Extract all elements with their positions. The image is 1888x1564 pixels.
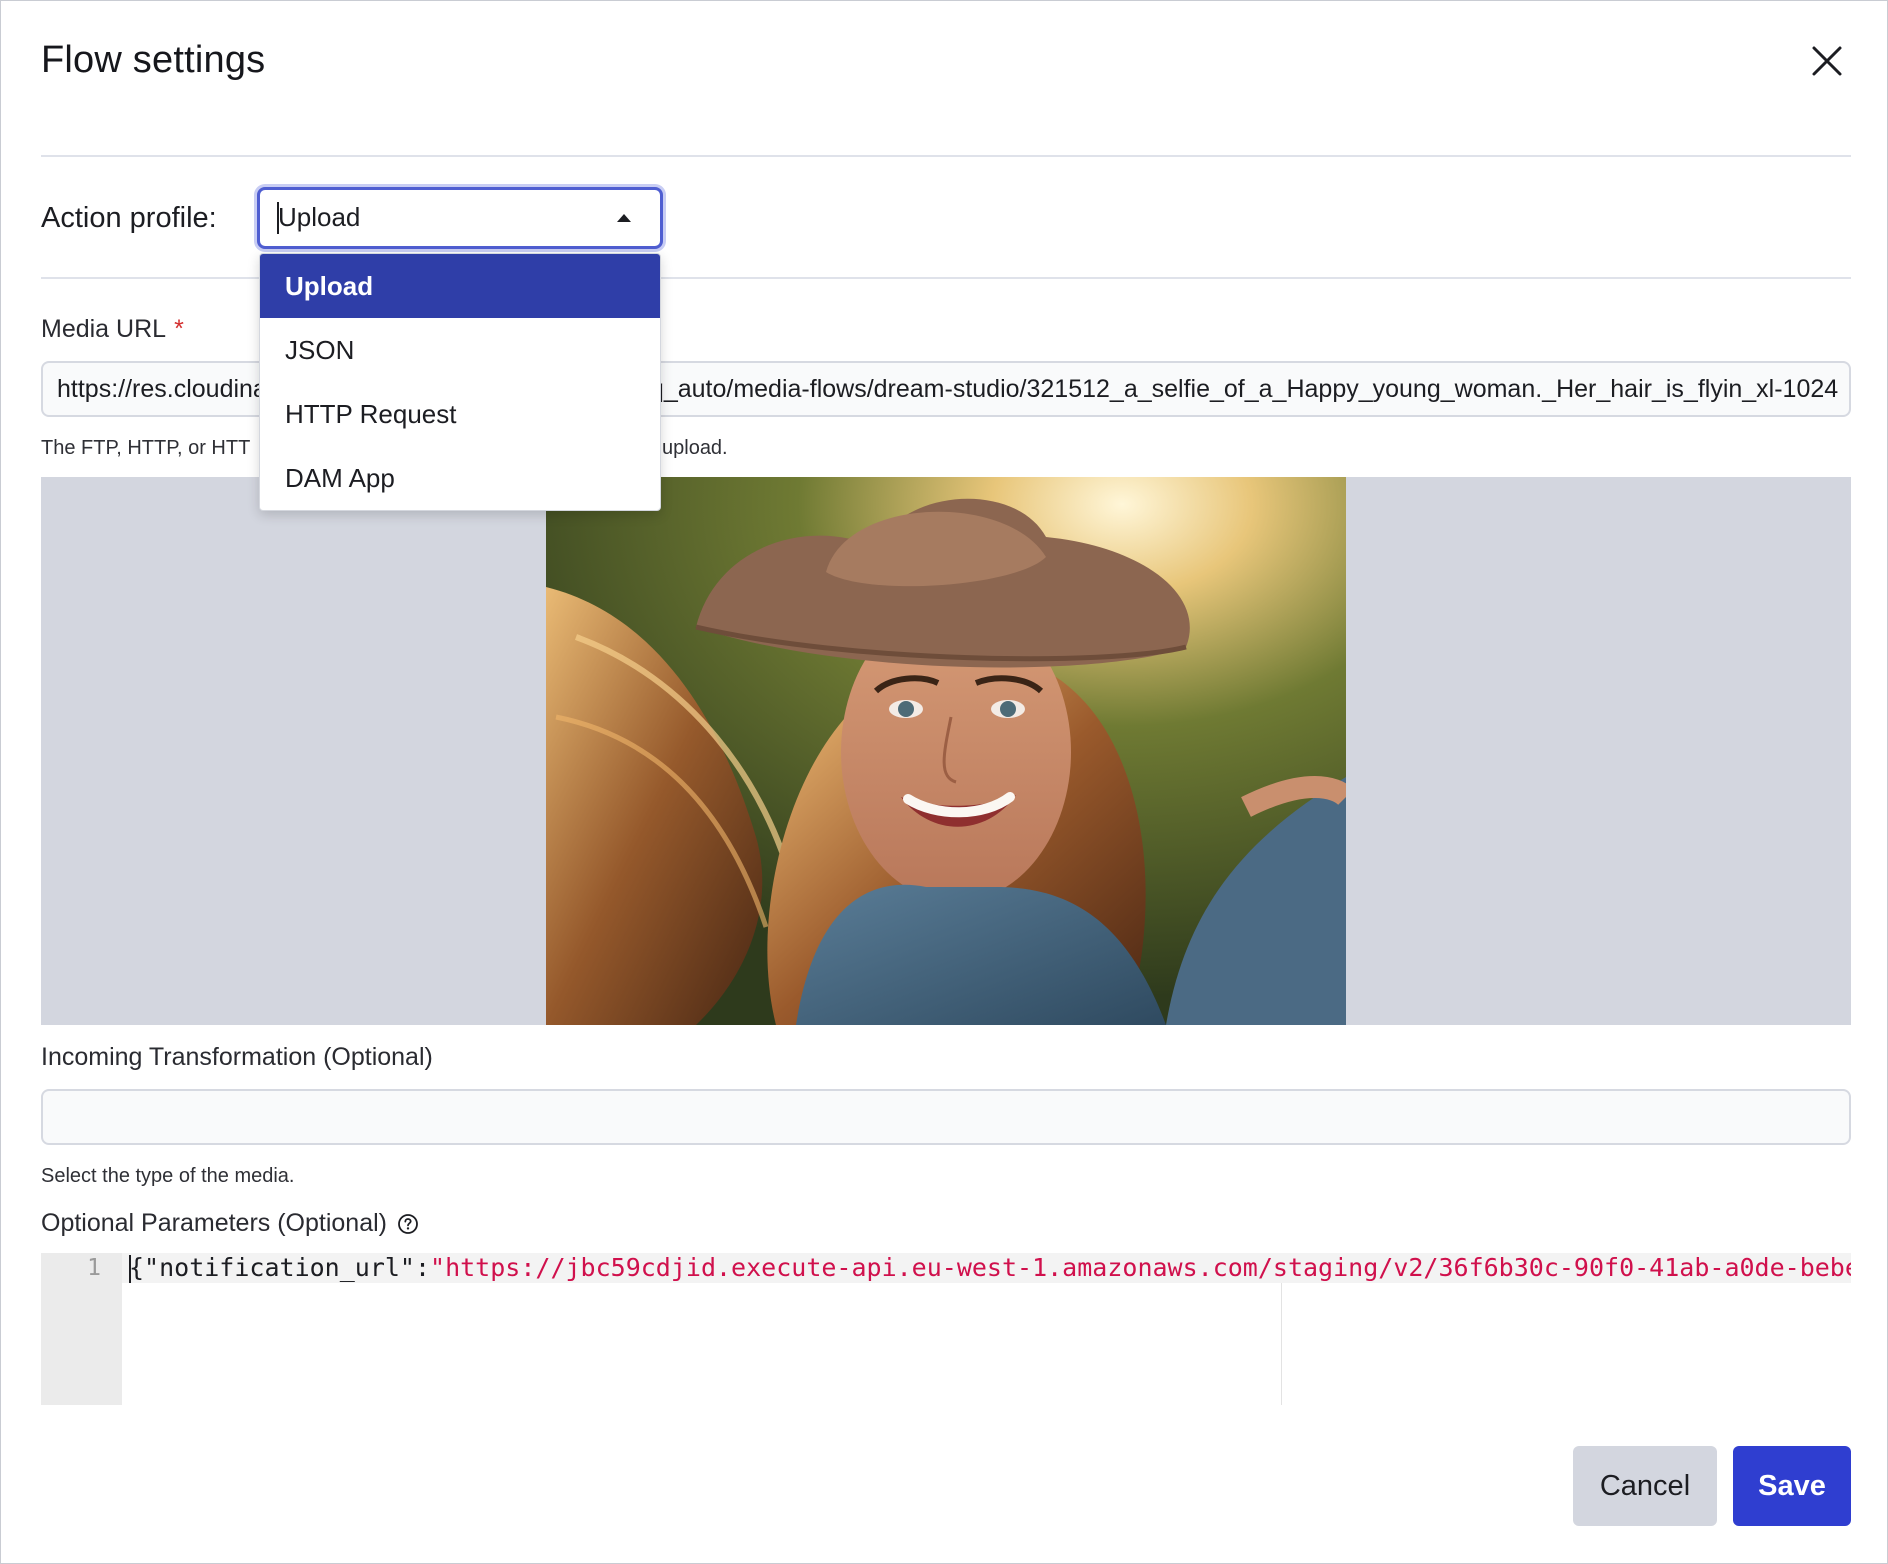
media-url-helper: The FTP, HTTP, or HTT upload.	[41, 437, 728, 459]
dialog-title: Flow settings	[41, 39, 266, 81]
action-profile-dropdown: Upload JSON HTTP Request DAM App	[259, 253, 661, 511]
action-profile-value: Upload	[278, 202, 361, 232]
code-key: {"notification_url":	[129, 1253, 431, 1282]
media-url-label: Media URL *	[41, 315, 184, 343]
dropdown-option-dam-app[interactable]: DAM App	[260, 446, 660, 510]
editor-cursor	[129, 1255, 131, 1283]
incoming-transformation-input[interactable]	[41, 1089, 1851, 1145]
save-button[interactable]: Save	[1733, 1446, 1851, 1526]
incoming-transformation-label: Incoming Transformation (Optional)	[41, 1043, 433, 1071]
caret-up-icon	[617, 214, 631, 222]
dropdown-option-json[interactable]: JSON	[260, 318, 660, 382]
code-line: {"notification_url":"https://jbc59cdjid.…	[129, 1253, 1851, 1283]
dropdown-option-http-request[interactable]: HTTP Request	[260, 382, 660, 446]
text-cursor	[277, 202, 279, 234]
line-number: 1	[87, 1255, 101, 1281]
cancel-button[interactable]: Cancel	[1573, 1446, 1717, 1526]
header-divider	[41, 155, 1851, 157]
flow-settings-dialog: Flow settings Action profile: Upload Med…	[0, 0, 1888, 1564]
code-string: "https://jbc59cdjid.execute-api.eu-west-…	[430, 1253, 1851, 1282]
required-marker: *	[174, 315, 184, 343]
dropdown-option-upload[interactable]: Upload	[260, 254, 660, 318]
media-preview	[41, 477, 1851, 1025]
close-icon[interactable]	[1809, 43, 1845, 79]
photo-preview	[546, 477, 1346, 1025]
action-profile-select[interactable]: Upload	[257, 187, 663, 249]
action-profile-label: Action profile:	[41, 202, 217, 234]
incoming-transformation-helper: Select the type of the media.	[41, 1165, 295, 1187]
optional-parameters-label: Optional Parameters (Optional)	[41, 1209, 419, 1238]
print-margin	[1281, 1283, 1282, 1405]
editor-gutter: 1	[41, 1253, 122, 1405]
optional-parameters-editor[interactable]: 1 {"notification_url":"https://jbc59cdji…	[41, 1253, 1851, 1405]
help-circle-icon[interactable]	[397, 1213, 419, 1235]
